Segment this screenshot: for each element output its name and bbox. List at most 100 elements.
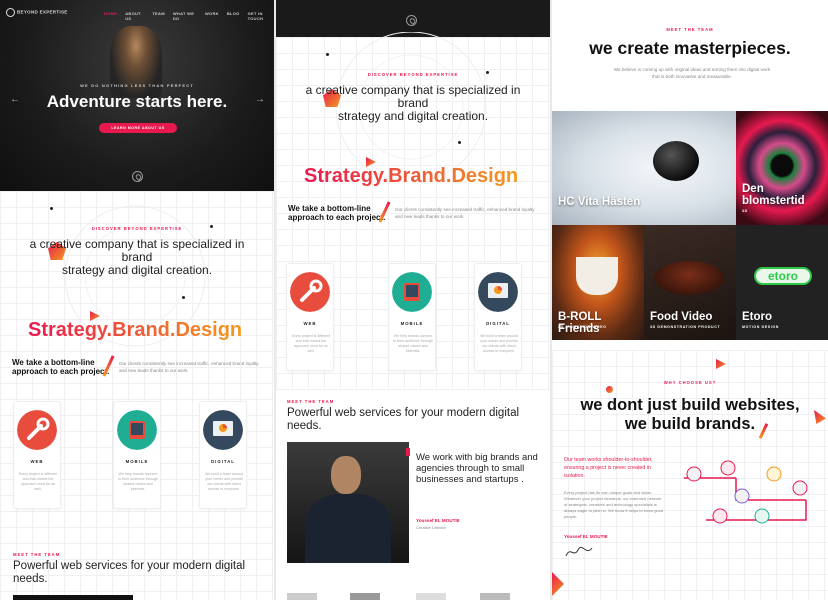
why-section: WHY CHOOSE US? we dont just build websit…	[552, 350, 828, 600]
next-arrow-icon[interactable]: →	[255, 94, 265, 105]
why-red-text: Our team works shoulder-to-shoulder, ens…	[564, 457, 653, 479]
team-title: Powerful web services for your modern di…	[13, 560, 246, 585]
wrench-icon	[17, 410, 57, 450]
team-quote: We work with big brands and agencies thr…	[416, 452, 538, 485]
scroll-down-icon[interactable]	[406, 15, 417, 26]
service-label: MOBILE	[400, 321, 424, 326]
service-text: Every project is different and that mean…	[18, 472, 58, 491]
masterpieces-text: We believe in coming up with original id…	[613, 67, 771, 79]
service-label: WEB	[30, 459, 44, 464]
intro-lead-line3: strategy and digital creation.	[337, 109, 489, 123]
service-card-mobile[interactable]: MOBILE We help brands connect to their a…	[113, 401, 161, 509]
portfolio-tile-3[interactable]: B-ROLL Friends 3D ANIMATION VIDEO	[552, 225, 644, 340]
service-text: We build a team around your needs and pr…	[204, 472, 244, 491]
column-work: MEET THE TEAM we create masterpieces. We…	[552, 0, 828, 600]
portfolio-tile-2[interactable]: Den blomstertid 3D	[736, 111, 828, 225]
why-kicker: WHY CHOOSE US?	[663, 380, 717, 385]
service-card-mobile[interactable]: MOBILE We help brands connect to their a…	[388, 263, 436, 371]
puck-image	[653, 141, 699, 181]
team-thumb[interactable]	[480, 593, 510, 600]
nav-what-we-do[interactable]: WHAT WE DO	[173, 11, 197, 21]
scroll-down-icon[interactable]	[132, 171, 143, 182]
why-title-line1: we dont just build websites,	[580, 396, 800, 414]
person-suit	[305, 494, 391, 563]
nav-home[interactable]: HOME	[104, 11, 117, 21]
column-about: DISCOVER BEYOND EXPERTISE a creative com…	[276, 0, 550, 600]
decor-dot	[50, 207, 53, 210]
nav-team[interactable]: TEAM	[152, 11, 165, 21]
intro-kicker: DISCOVER BEYOND EXPERTISE	[367, 72, 459, 77]
team-thumb[interactable]	[287, 593, 317, 600]
column-home: BEYOND EXPERTISE HOME ABOUT US TEAM WHAT…	[0, 0, 274, 600]
intro-kicker: DISCOVER BEYOND EXPERTISE	[91, 226, 183, 231]
decor-dot	[326, 53, 329, 56]
service-text: We build a team around your needs and pr…	[479, 334, 519, 353]
accent-bar	[406, 448, 410, 456]
team-section: MEET THE TEAM Powerful web services for …	[276, 390, 550, 600]
nav-blog[interactable]: BLOG	[227, 11, 240, 21]
team-kicker: MEET THE TEAM	[287, 399, 335, 404]
hero-kicker: WE DO NOTHING LESS THAN PERFECT	[80, 83, 194, 88]
portfolio-title: HC Vita Hästen	[558, 196, 641, 208]
masterpieces-title: we create masterpieces.	[589, 38, 791, 58]
chart-icon	[478, 272, 518, 312]
nav-work[interactable]: WORK	[205, 11, 219, 21]
service-card-digital[interactable]: DIGITAL We build a team around your need…	[474, 263, 522, 371]
nav-contact[interactable]: GET IN TOUCH	[248, 11, 274, 21]
team-thumb[interactable]	[416, 593, 446, 600]
chart-icon	[203, 410, 243, 450]
service-text: Every project is different and that mean…	[291, 334, 331, 353]
tagline: Strategy.Brand.Design	[28, 319, 243, 341]
portfolio-title: Food Video	[650, 311, 713, 323]
tagline: Strategy.Brand.Design	[304, 165, 519, 187]
team-title: Powerful web services for your modern di…	[287, 407, 520, 432]
learn-more-button[interactable]: LEARN MORE ABOUT US	[99, 123, 177, 133]
team-photo	[13, 595, 133, 600]
steak-image	[654, 261, 724, 295]
triangle-icon	[716, 359, 726, 369]
nav-about[interactable]: ABOUT US	[125, 11, 144, 21]
wrench-icon	[290, 272, 330, 312]
intro-section: DISCOVER BEYOND EXPERTISE a creative com…	[0, 191, 274, 600]
etoro-logo: etoro	[754, 267, 812, 285]
why-title-line2: we build brands.	[624, 415, 756, 433]
logo[interactable]: BEYOND EXPERTISE	[6, 8, 68, 17]
prev-arrow-icon[interactable]: ←	[10, 94, 20, 105]
signature-image	[565, 546, 593, 557]
logo-icon	[6, 8, 15, 17]
process-diagram	[684, 460, 808, 524]
portfolio-tile-5[interactable]: etoro Etoro MOTION DESIGN	[736, 225, 828, 340]
service-card-web[interactable]: WEB Every project is different and that …	[13, 401, 61, 509]
decor-dot	[182, 296, 185, 299]
service-label: DIGITAL	[486, 321, 510, 326]
cup-image	[576, 257, 618, 295]
approach-text: Our clients consistently see increased t…	[395, 207, 535, 219]
masterpieces-kicker: MEET THE TEAM	[666, 27, 714, 32]
main-nav: HOME ABOUT US TEAM WHAT WE DO WORK BLOG …	[104, 11, 274, 21]
portfolio-title: Den blomstertid	[742, 183, 805, 207]
service-card-digital[interactable]: DIGITAL We build a team around your need…	[199, 401, 247, 509]
portfolio-subtitle: 3D	[742, 209, 748, 213]
mobile-icon	[392, 272, 432, 312]
decor-dot	[606, 386, 613, 393]
service-label: DIGITAL	[211, 459, 235, 464]
portfolio-tile-1[interactable]: HC Vita Hästen	[552, 111, 736, 225]
approach-text: Our clients consistently see increased t…	[119, 361, 259, 373]
hero-section: BEYOND EXPERTISE HOME ABOUT US TEAM WHAT…	[0, 0, 274, 191]
why-text: Every project has its own unique goals a…	[564, 490, 664, 519]
team-photo	[287, 442, 409, 563]
service-text: We help brands connect to their audience…	[118, 472, 158, 491]
intro-lead-line3: strategy and digital creation.	[61, 263, 213, 277]
team-member-role: Creative Director	[416, 525, 447, 530]
service-label: MOBILE	[125, 459, 149, 464]
person-face	[331, 456, 361, 494]
why-signer-name: Youssef EL MOUTIE	[564, 534, 608, 539]
hero-title: Adventure starts here.	[46, 92, 228, 111]
team-member-name: Youssef EL MOUTIE	[416, 518, 460, 523]
team-thumb[interactable]	[350, 593, 380, 600]
service-text: We help brands connect to their audience…	[393, 334, 433, 353]
portfolio-subtitle: 3D ANIMATION VIDEO	[558, 325, 607, 329]
service-card-web[interactable]: WEB Every project is different and that …	[286, 263, 334, 371]
portfolio-tile-4[interactable]: Food Video 3D DEMONSTRATION PRODUCT	[644, 225, 736, 340]
service-label: WEB	[303, 321, 317, 326]
